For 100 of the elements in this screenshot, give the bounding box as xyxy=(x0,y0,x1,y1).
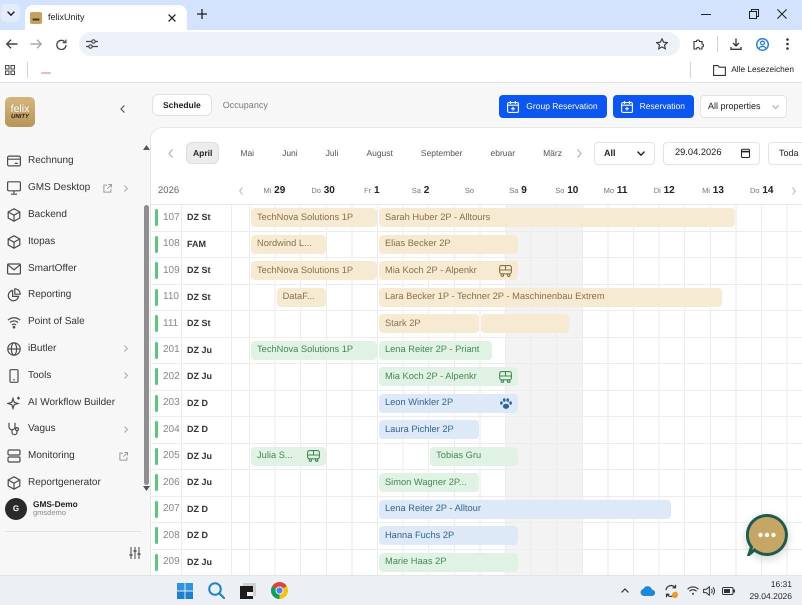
month-tab[interactable]: September xyxy=(414,142,470,164)
sidebar-item[interactable]: GMS Desktop xyxy=(0,174,142,202)
month-tab[interactable]: Juni xyxy=(275,142,305,164)
reservation-bar[interactable]: Tobias Gru xyxy=(430,446,518,466)
scrollbar-thumb[interactable] xyxy=(144,205,148,485)
sidebar-item[interactable]: Itopas xyxy=(0,228,142,256)
month-tab[interactable]: März xyxy=(536,142,569,164)
external-link-icon[interactable] xyxy=(103,184,112,193)
grid-icon[interactable] xyxy=(5,65,15,75)
bus-icon xyxy=(306,450,320,462)
room-type: DZ Ju xyxy=(187,450,212,462)
reservation-bar[interactable]: Laura Pichler 2P xyxy=(378,420,480,439)
reservation-bar[interactable]: Lena Reiter 2P - Priant xyxy=(378,340,492,360)
battery-icon[interactable] xyxy=(722,586,736,594)
close-icon[interactable] xyxy=(777,9,787,19)
reservation-bar[interactable]: Julia S... xyxy=(251,446,326,466)
reservation-bar[interactable]: Lara Becker 1P - Techner 2P - Maschinenbau Extrem xyxy=(378,288,722,306)
sidebar-item[interactable]: iButler xyxy=(0,336,142,362)
room-type: DZ Ju xyxy=(187,556,212,568)
sidebar-item[interactable]: Point of Sale xyxy=(0,308,142,336)
reservation-bar[interactable]: Simon Wagner 2P... xyxy=(378,473,480,492)
browser-icon[interactable] xyxy=(271,582,288,599)
all-bookmarks-button[interactable]: Alle Lesezeichen xyxy=(713,64,794,76)
search-icon[interactable] xyxy=(208,582,225,599)
back-arrow-icon[interactable] xyxy=(6,39,18,49)
sidebar-item[interactable]: AI Workflow Builder xyxy=(0,389,142,416)
room-number: 205 xyxy=(163,450,180,462)
restore-icon[interactable] xyxy=(749,9,759,19)
wifi-icon[interactable] xyxy=(687,586,700,595)
clock-date: 29.04.2026 xyxy=(749,590,792,602)
sidebar-item[interactable]: Reporting xyxy=(0,282,142,309)
room-number: 209 xyxy=(163,556,180,568)
browser-tab[interactable]: felixUnity xyxy=(25,5,187,30)
envelope-icon xyxy=(7,262,21,276)
view-tab[interactable]: Schedule xyxy=(152,94,212,116)
menu-icon[interactable] xyxy=(786,38,789,50)
reservation-bar[interactable]: TechNova Solutions 1P xyxy=(251,340,377,360)
sidebar-item[interactable]: Monitoring xyxy=(0,442,142,470)
reservation-bar[interactable]: Stark 2P xyxy=(378,314,480,333)
sidebar-item[interactable]: Vagus xyxy=(0,416,142,443)
cube-icon xyxy=(7,208,21,222)
sidebar-item[interactable]: Backend xyxy=(0,202,142,228)
reservation-bar[interactable]: Sarah Huber 2P - Alltours xyxy=(378,208,736,227)
today-button[interactable]: Toda xyxy=(768,142,802,164)
puzzle-icon[interactable] xyxy=(693,38,705,50)
date-field[interactable]: 29.04.2026 xyxy=(662,142,760,164)
reservation-bar[interactable]: DataF... xyxy=(276,288,326,306)
address-field[interactable] xyxy=(79,32,680,56)
card-icon xyxy=(7,154,21,168)
reservation-bar[interactable]: Leon Winkler 2P xyxy=(378,394,518,412)
reservation-bar[interactable]: Lena Reiter 2P - Alltour xyxy=(378,500,672,518)
user-avatar[interactable]: G xyxy=(5,498,27,520)
chevron-left-icon[interactable] xyxy=(120,105,125,113)
app-window-icon[interactable] xyxy=(240,582,256,598)
reservation-bar[interactable]: Mia Koch 2P - Alpenkr xyxy=(378,367,518,386)
sidebar-item[interactable]: SmartOffer xyxy=(0,255,142,282)
month-tab[interactable]: Juli xyxy=(318,142,346,164)
reservation-bar[interactable]: Marie Haas 2P xyxy=(378,552,518,572)
download-icon[interactable] xyxy=(730,38,742,50)
speaker-icon[interactable] xyxy=(703,586,716,596)
reservation-button[interactable]: Group Reservation xyxy=(499,95,607,118)
reservation-bar[interactable]: TechNova Solutions 1P xyxy=(251,261,377,280)
scroll-down-icon[interactable] xyxy=(142,486,150,491)
room-number: 208 xyxy=(163,530,180,542)
reservation-bar[interactable]: TechNova Solutions 1P xyxy=(251,208,377,227)
reservation-bar[interactable]: Mia Koch 2P - Alpenkr xyxy=(378,261,518,280)
filter-select[interactable]: All xyxy=(594,142,655,164)
reservation-button[interactable]: Reservation xyxy=(612,95,694,118)
external-link-icon[interactable] xyxy=(119,452,128,461)
property-select[interactable]: All properties xyxy=(700,95,787,118)
year-label: 2026 xyxy=(158,185,180,196)
folder-icon xyxy=(713,64,726,76)
scroll-up-icon[interactable] xyxy=(142,145,150,150)
month-tab[interactable]: ebruar xyxy=(484,142,522,164)
reservation-bar[interactable]: Hanna Fuchs 2P xyxy=(378,526,518,545)
month-tab[interactable]: August xyxy=(359,142,400,164)
chevron-up-icon[interactable] xyxy=(621,588,630,593)
sidebar-item[interactable]: Rechnung xyxy=(0,148,142,175)
status-stripe-icon xyxy=(155,315,158,332)
sidebar-item[interactable]: Tools xyxy=(0,362,142,390)
reservation-bar[interactable]: Elias Becker 2P xyxy=(378,234,518,254)
view-tab[interactable]: Occupancy xyxy=(212,94,279,116)
sync-icon[interactable] xyxy=(664,584,678,598)
month-tab[interactable]: April xyxy=(186,142,220,164)
cloud-icon[interactable] xyxy=(640,586,656,596)
room-number: 107 xyxy=(163,212,180,224)
reservation-bar[interactable]: Nordwind L... xyxy=(251,234,326,254)
tab-list-button[interactable] xyxy=(1,4,20,22)
sliders-icon[interactable] xyxy=(86,39,98,49)
close-icon[interactable] xyxy=(168,14,176,22)
sidebar-item[interactable]: Reportgenerator xyxy=(0,470,142,496)
status-stripe-icon xyxy=(155,236,158,253)
start-menu-icon[interactable] xyxy=(177,582,193,598)
reload-icon[interactable] xyxy=(56,38,67,50)
star-icon[interactable] xyxy=(656,38,668,50)
account-icon[interactable] xyxy=(756,38,769,50)
room-type: DZ St xyxy=(187,318,210,330)
sliders-icon[interactable] xyxy=(129,547,141,559)
plus-icon[interactable] xyxy=(197,9,207,19)
month-tab[interactable]: Mai xyxy=(233,142,262,164)
